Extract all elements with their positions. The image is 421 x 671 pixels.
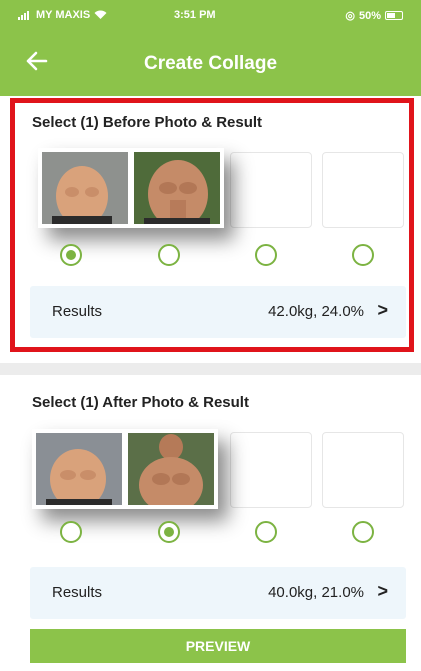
before-section-title: Select (1) Before Photo & Result bbox=[32, 114, 263, 131]
signal-icon bbox=[18, 10, 32, 20]
results-value: 40.0kg, 21.0% bbox=[268, 584, 364, 601]
carrier-group: MY MAXIS bbox=[18, 9, 107, 21]
before-radio-4[interactable] bbox=[352, 244, 374, 266]
carrier-name: MY MAXIS bbox=[36, 9, 91, 21]
after-photo-strip bbox=[32, 429, 218, 509]
after-radio-3[interactable] bbox=[255, 521, 277, 543]
preview-button[interactable]: PREVIEW bbox=[30, 629, 406, 663]
before-radio-2[interactable] bbox=[158, 244, 180, 266]
wifi-icon bbox=[94, 10, 107, 19]
photo-slot-3[interactable] bbox=[230, 432, 312, 508]
battery-icon bbox=[385, 11, 403, 20]
chevron-right-icon: > bbox=[377, 581, 388, 601]
section-divider bbox=[0, 363, 421, 375]
before-radio-3[interactable] bbox=[255, 244, 277, 266]
photo-slot-4[interactable] bbox=[322, 432, 404, 508]
after-photo-1[interactable] bbox=[36, 433, 122, 505]
after-radio-1[interactable] bbox=[60, 521, 82, 543]
battery-percent: 50% bbox=[358, 9, 381, 22]
chevron-right-icon: > bbox=[377, 300, 388, 320]
after-radio-2[interactable] bbox=[158, 521, 180, 543]
status-bar: MY MAXIS 3:51 PM ◎ 50% bbox=[0, 0, 421, 28]
before-photo-2[interactable] bbox=[134, 152, 220, 224]
after-section-title: Select (1) After Photo & Result bbox=[32, 394, 249, 411]
results-value: 42.0kg, 24.0% bbox=[268, 303, 364, 320]
before-radio-1[interactable] bbox=[60, 244, 82, 266]
status-time: 3:51 PM bbox=[174, 9, 216, 21]
photo-slot-4[interactable] bbox=[322, 152, 404, 228]
before-photo-strip bbox=[38, 148, 224, 228]
results-label: Results bbox=[52, 303, 103, 320]
before-results-row[interactable]: Results 42.0kg, 24.0% > bbox=[30, 286, 406, 338]
page-title: Create Collage bbox=[143, 53, 278, 74]
app-header: Create Collage bbox=[0, 40, 421, 88]
alarm-icon: ◎ bbox=[345, 10, 355, 22]
results-label: Results bbox=[52, 584, 103, 601]
after-section: Select (1) After Photo & Result Results … bbox=[0, 375, 421, 671]
after-photo-2[interactable] bbox=[128, 433, 214, 505]
photo-slot-3[interactable] bbox=[230, 152, 312, 228]
after-results-row[interactable]: Results 40.0kg, 21.0% > bbox=[30, 567, 406, 619]
after-radio-4[interactable] bbox=[352, 521, 374, 543]
top-bar: MY MAXIS 3:51 PM ◎ 50% Create Collage bbox=[0, 0, 421, 96]
before-section: Select (1) Before Photo & Result Results… bbox=[0, 96, 421, 358]
before-photo-1[interactable] bbox=[42, 152, 128, 224]
battery-group: ◎ 50% bbox=[345, 9, 403, 22]
